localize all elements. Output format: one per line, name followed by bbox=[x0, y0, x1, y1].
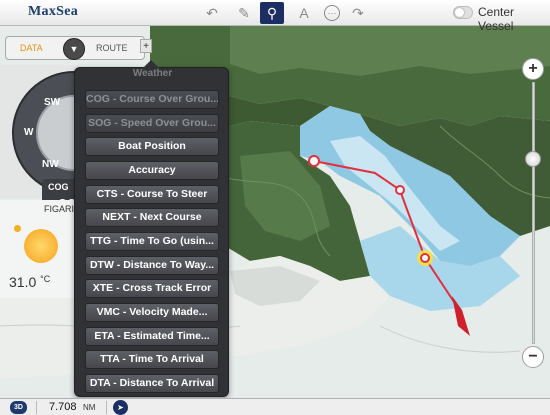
boat-tool-icon[interactable]: ⚲ bbox=[260, 2, 284, 24]
menu-item-boat-position[interactable]: Boat Position bbox=[85, 137, 219, 156]
compass-widget[interactable]: SW W NW N COG 26 bbox=[0, 65, 136, 221]
dial-label-nw: NW bbox=[42, 159, 59, 170]
chevron-down-icon[interactable]: ▼ bbox=[63, 38, 85, 60]
zoom-slider-track[interactable] bbox=[532, 82, 535, 344]
route-pen-icon[interactable]: ✎ bbox=[232, 2, 256, 24]
menu-item-xte[interactable]: XTE - Cross Track Error bbox=[85, 279, 219, 298]
redo-icon[interactable]: ↷ bbox=[346, 2, 370, 24]
separator bbox=[36, 401, 37, 414]
ellipsis-icon[interactable]: ⋯ bbox=[320, 2, 344, 24]
weather-widget[interactable]: FIGARI 31.0 °C bbox=[0, 200, 80, 298]
menu-item-accuracy[interactable]: Accuracy bbox=[85, 161, 219, 180]
distance-unit: NM bbox=[83, 403, 96, 412]
cog-label: COG bbox=[48, 182, 69, 192]
zoom-in-button[interactable]: + bbox=[522, 58, 544, 80]
tab-route[interactable]: ROUTE bbox=[96, 43, 128, 53]
temperature-unit: °C bbox=[40, 274, 51, 284]
menu-item-dta[interactable]: DTA - Distance To Arrival bbox=[85, 374, 219, 393]
app-logo: MaxSea bbox=[28, 4, 79, 19]
navigate-icon[interactable]: ➤ bbox=[113, 400, 128, 415]
menu-item-cts[interactable]: CTS - Course To Steer bbox=[85, 185, 219, 204]
weather-location: FIGARI bbox=[44, 204, 75, 214]
tab-data[interactable]: DATA bbox=[20, 43, 43, 53]
3d-view-button[interactable]: 3D bbox=[10, 401, 27, 414]
center-vessel-label[interactable]: Center Vessel bbox=[478, 5, 550, 33]
panel-tab-bar: DATA ▼ ROUTE bbox=[5, 36, 145, 60]
distance-value: 7.708 bbox=[49, 401, 77, 413]
dial-label-w: W bbox=[24, 127, 34, 138]
sun-small-icon bbox=[14, 225, 21, 232]
temperature-value: 31.0 °C bbox=[9, 274, 51, 290]
bottom-status-bar: 3D 7.708 NM ➤ bbox=[0, 398, 550, 415]
menu-item-dtw[interactable]: DTW - Distance To Way... bbox=[85, 256, 219, 275]
menu-item-tta[interactable]: TTA - Time To Arrival bbox=[85, 350, 219, 369]
top-toolbar: MaxSea ↶ ✎ ⚲ A ⋯ ↷ Center Vessel bbox=[0, 0, 550, 33]
menu-item-vmc[interactable]: VMC - Velocity Made... bbox=[85, 303, 219, 322]
zoom-slider-thumb[interactable] bbox=[525, 151, 541, 167]
center-vessel-toggle[interactable] bbox=[453, 6, 473, 19]
menu-item-cog: COG - Course Over Grou... bbox=[85, 90, 219, 109]
dial-label-sw: SW bbox=[44, 97, 61, 108]
data-type-menu: Weather COG - Course Over Grou... SOG - … bbox=[74, 60, 229, 397]
menu-item-next[interactable]: NEXT - Next Course bbox=[85, 208, 219, 227]
sun-icon bbox=[24, 229, 58, 263]
menu-caret bbox=[143, 60, 159, 68]
add-panel-button[interactable]: + bbox=[140, 39, 152, 53]
menu-header: Weather bbox=[132, 68, 173, 79]
menu-item-ttg[interactable]: TTG - Time To Go (usin... bbox=[85, 232, 219, 251]
menu-item-sog: SOG - Speed Over Grou... bbox=[85, 114, 219, 133]
zoom-out-button[interactable]: − bbox=[522, 346, 544, 368]
text-tool-icon[interactable]: A bbox=[292, 2, 316, 24]
undo-icon[interactable]: ↶ bbox=[200, 2, 224, 24]
zoom-control: + − bbox=[522, 58, 544, 368]
menu-item-eta[interactable]: ETA - Estimated Time... bbox=[85, 327, 219, 346]
separator bbox=[106, 401, 107, 414]
